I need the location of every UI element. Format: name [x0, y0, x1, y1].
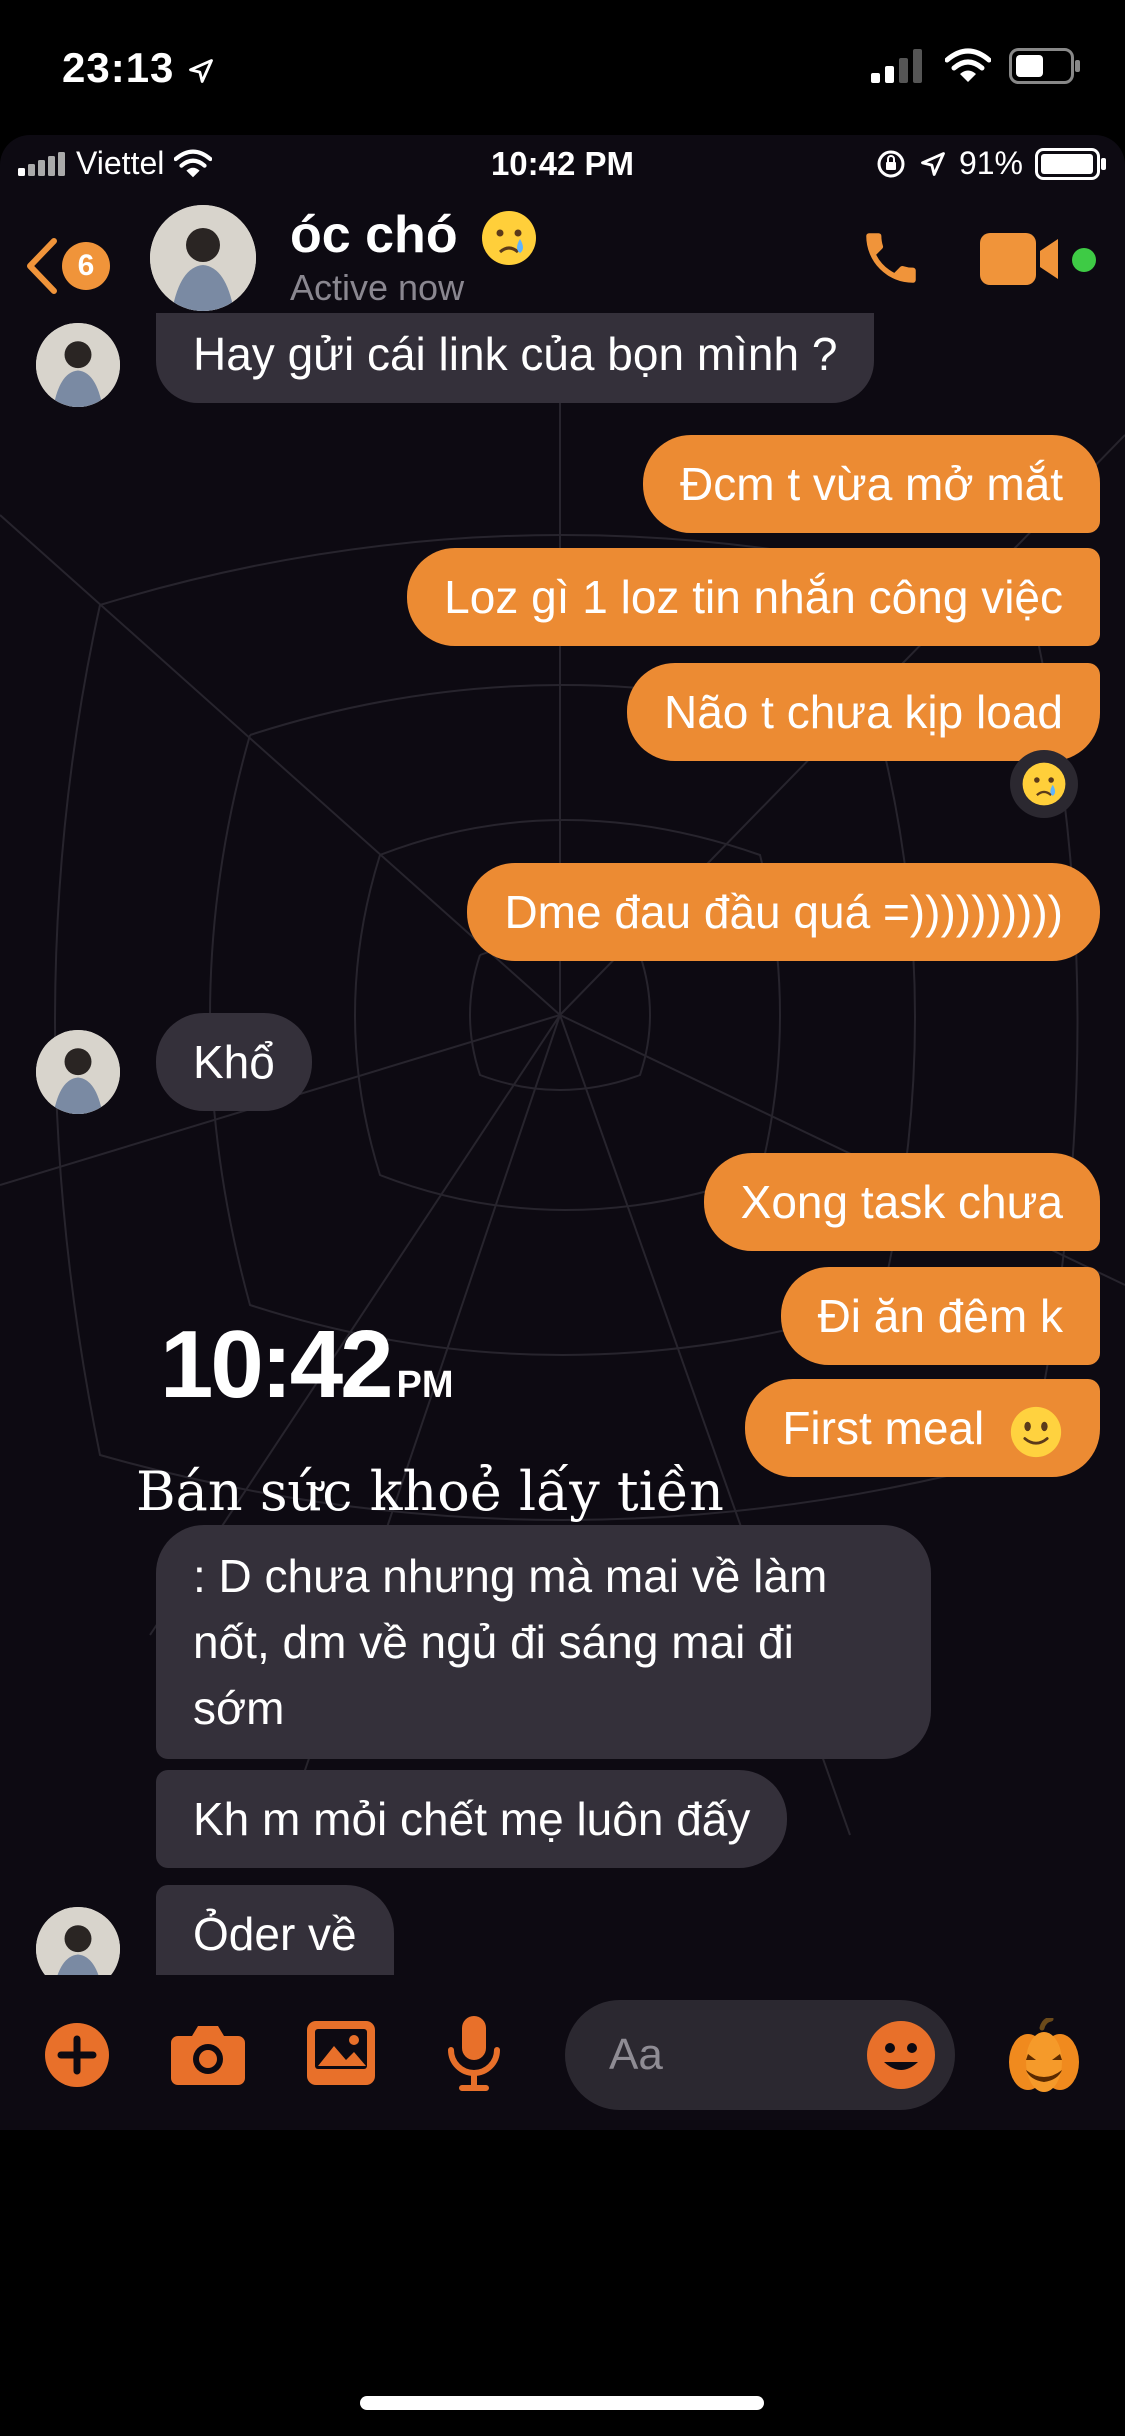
- video-icon[interactable]: [980, 233, 1062, 285]
- message-bubble-incoming[interactable]: Kh m mỏi chết mẹ luôn đấy: [156, 1770, 788, 1868]
- message-line: nốt, dm về ngủ đi sáng mai đi: [193, 1616, 794, 1668]
- battery-percent: 91%: [958, 145, 1023, 181]
- online-indicator: [1072, 248, 1096, 272]
- message-line: : D chưa nhưng mà mai về làm: [193, 1550, 828, 1602]
- crying-emoji-icon: [482, 211, 537, 266]
- message-bubble-incoming[interactable]: Hay gửi cái link của bọn mình ?: [156, 313, 875, 403]
- wifi-icon: [945, 48, 991, 82]
- plus-icon[interactable]: [44, 2022, 110, 2088]
- active-status: Active now: [290, 267, 465, 308]
- battery-icon: [1009, 48, 1080, 84]
- mic-icon[interactable]: [446, 2016, 502, 2092]
- outer-status-icons: [871, 48, 1081, 84]
- location-arrow-icon: [189, 59, 213, 83]
- home-indicator[interactable]: [360, 2396, 764, 2410]
- messenger-screen: Viettel 10:42 PM 91% 6 óc chó Active now…: [0, 135, 1125, 2130]
- sticker-caption: Bán sức khoẻ lấy tiền: [136, 1460, 724, 1523]
- battery-icon: [1035, 147, 1106, 180]
- phone-icon[interactable]: [858, 225, 924, 291]
- location-arrow-icon: [921, 151, 945, 176]
- inner-status-icons: 91%: [875, 145, 1107, 182]
- message-bubble-incoming[interactable]: : D chưa nhưng mà mai về làm nốt, dm về …: [156, 1525, 931, 1759]
- message-bubble-outgoing[interactable]: Xong task chưa: [703, 1153, 1100, 1251]
- image-icon[interactable]: [306, 2020, 376, 2086]
- reaction-badge[interactable]: [1010, 750, 1078, 818]
- unread-count-badge: 6: [62, 242, 110, 290]
- inner-status-bar: Viettel 10:42 PM 91%: [0, 135, 1125, 195]
- message-bubble-outgoing[interactable]: First meal: [745, 1379, 1100, 1477]
- composer-bar-background: [0, 1975, 1125, 2130]
- message-bubble-outgoing[interactable]: Đi ăn đêm k: [780, 1267, 1100, 1365]
- smile-emoji-icon: [1010, 1406, 1062, 1457]
- back-chevron-icon: [27, 238, 57, 294]
- back-button[interactable]: 6: [24, 237, 110, 295]
- outer-clock: 23:13: [62, 44, 215, 92]
- rotation-lock-icon: [877, 150, 905, 177]
- pumpkin-icon[interactable]: [1006, 2018, 1082, 2094]
- camera-icon[interactable]: [170, 2024, 246, 2086]
- crying-emoji-icon: [1022, 762, 1066, 806]
- message-bubble-incoming[interactable]: Ỏder về: [156, 1885, 394, 1985]
- message-bubble-outgoing[interactable]: Não t chưa kịp load: [626, 663, 1100, 761]
- signal-icon: [871, 49, 922, 83]
- message-bubble-outgoing[interactable]: Đcm t vừa mở mắt: [643, 435, 1100, 533]
- message-avatar: [36, 1030, 120, 1114]
- message-line: sớm: [193, 1682, 285, 1734]
- message-bubble-outgoing[interactable]: Dme đau đầu quá =)))))))))): [467, 863, 1100, 961]
- contact-name[interactable]: óc chó: [290, 205, 538, 267]
- message-text: First meal: [782, 1402, 985, 1454]
- message-bubble-outgoing[interactable]: Loz gì 1 loz tin nhắn công việc: [407, 548, 1100, 646]
- message-bubble-incoming[interactable]: Khổ: [156, 1013, 312, 1111]
- emoji-icon[interactable]: [866, 2020, 936, 2090]
- outer-status-bar: 23:13: [0, 0, 1125, 130]
- sticker-clock: 10:42 PM: [160, 1311, 454, 1418]
- message-avatar: [36, 323, 120, 407]
- contact-avatar[interactable]: [150, 205, 256, 311]
